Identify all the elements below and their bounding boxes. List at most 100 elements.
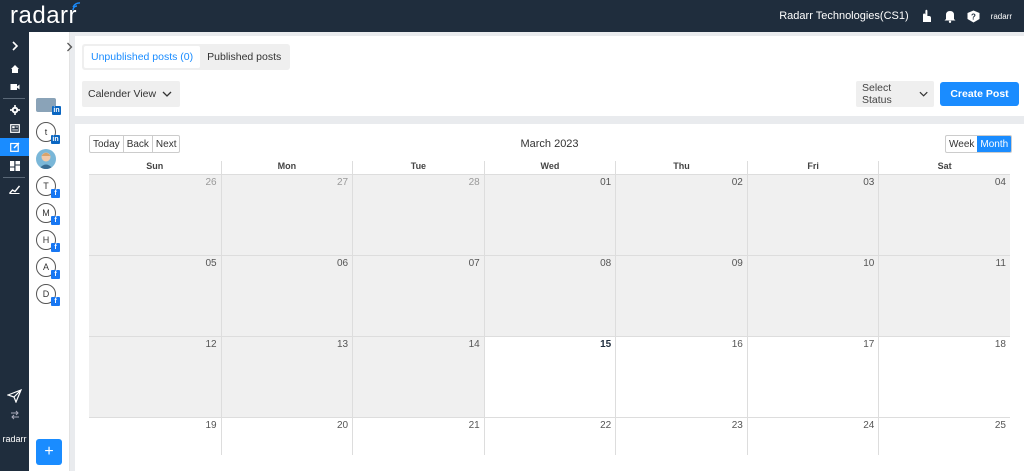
news-icon[interactable] <box>0 119 29 137</box>
left-rail: radarr <box>0 32 29 471</box>
weekday-label: Tue <box>352 161 484 174</box>
expand-icon[interactable] <box>0 37 29 55</box>
day-cell[interactable]: 06 <box>220 256 353 336</box>
mini-logo[interactable]: radarr <box>991 12 1012 21</box>
dashboard-icon[interactable] <box>0 157 29 175</box>
day-cell[interactable]: 07 <box>352 256 484 336</box>
account-avatar[interactable] <box>36 149 56 169</box>
analytics-icon[interactable] <box>0 180 29 198</box>
profile-photo-icon <box>39 152 53 169</box>
day-cell[interactable]: 22 <box>483 418 616 455</box>
weekday-header: Sun Mon Tue Wed Thu Fri Sat <box>89 161 1010 174</box>
account-avatar[interactable]: M f <box>36 203 60 225</box>
logo-text: radarr <box>10 2 78 29</box>
account-avatar[interactable]: t in <box>36 122 60 144</box>
account-letter: H <box>42 235 50 245</box>
calendar-nav: Today Back Next <box>89 135 181 153</box>
hand-pointer-icon[interactable] <box>919 9 933 23</box>
day-cell[interactable]: 18 <box>878 337 1010 417</box>
facebook-icon: f <box>51 216 60 225</box>
account-avatar[interactable]: A f <box>36 257 60 279</box>
day-cell[interactable]: 01 <box>483 175 616 255</box>
day-cell[interactable]: 28 <box>352 175 484 255</box>
chevron-down-icon <box>162 91 172 97</box>
video-icon[interactable] <box>0 78 29 96</box>
send-icon[interactable] <box>0 386 29 406</box>
calendar-title: March 2023 <box>520 138 579 150</box>
account-avatar[interactable]: T f <box>36 176 60 198</box>
day-cell[interactable]: 26 <box>89 175 221 255</box>
back-button[interactable]: Back <box>124 136 153 152</box>
weekday-label: Mon <box>220 161 353 174</box>
day-cell[interactable]: 23 <box>615 418 747 455</box>
radarr-logo[interactable]: radarr <box>10 0 81 32</box>
day-cell[interactable]: 11 <box>878 256 1010 336</box>
bell-icon[interactable] <box>943 9 957 23</box>
week-view-button[interactable]: Week <box>946 136 977 152</box>
account-letter: D <box>42 289 50 299</box>
day-cell[interactable]: 24 <box>746 418 879 455</box>
day-cell[interactable]: 20 <box>220 418 353 455</box>
calendar-panel: Today Back Next March 2023 Week Month Su… <box>75 124 1024 471</box>
account-avatar[interactable]: H f <box>36 230 60 252</box>
facebook-icon: f <box>51 189 60 198</box>
day-cell[interactable]: 04 <box>878 175 1010 255</box>
day-cell-today[interactable]: 15 <box>483 337 616 417</box>
weekday-label: Wed <box>483 161 616 174</box>
linkedin-icon: in <box>51 135 60 144</box>
create-post-button[interactable]: Create Post <box>940 82 1019 106</box>
collapse-panel-icon[interactable] <box>63 40 75 54</box>
account-avatar[interactable]: D f <box>36 284 60 306</box>
top-bar: radarr Radarr Technologies(CS1) ? radarr <box>0 0 1024 32</box>
settings-icon[interactable] <box>0 101 29 119</box>
top-right-group: Radarr Technologies(CS1) ? radarr <box>779 0 1024 32</box>
week-row: 05 06 07 08 09 10 11 <box>89 255 1010 336</box>
day-cell[interactable]: 03 <box>746 175 879 255</box>
week-row: 19 20 21 22 23 24 25 <box>89 417 1010 455</box>
account-letter: M <box>42 208 50 218</box>
home-icon[interactable] <box>0 60 29 78</box>
help-icon[interactable]: ? <box>967 9 981 23</box>
day-cell[interactable]: 12 <box>89 337 221 417</box>
day-cell[interactable]: 09 <box>615 256 747 336</box>
facebook-icon: f <box>51 243 60 252</box>
view-select[interactable]: Calender View <box>82 81 181 107</box>
next-button[interactable]: Next <box>153 136 180 152</box>
account-avatar[interactable]: in <box>36 98 61 115</box>
day-cell[interactable]: 19 <box>89 418 221 455</box>
today-button[interactable]: Today <box>90 136 124 152</box>
month-view-button[interactable]: Month <box>977 136 1012 152</box>
tab-unpublished-posts[interactable]: Unpublished posts (0) <box>84 46 201 68</box>
rail-divider <box>3 177 25 178</box>
day-cell[interactable]: 27 <box>220 175 353 255</box>
linkedin-icon: in <box>52 106 61 115</box>
org-name[interactable]: Radarr Technologies(CS1) <box>779 10 908 22</box>
day-cell[interactable]: 25 <box>878 418 1010 455</box>
facebook-icon: f <box>51 297 60 306</box>
day-cell[interactable]: 21 <box>352 418 484 455</box>
status-select[interactable]: Select Status <box>856 81 934 107</box>
day-cell[interactable]: 10 <box>746 256 879 336</box>
day-cell[interactable]: 13 <box>220 337 353 417</box>
weekday-label: Fri <box>746 161 879 174</box>
week-row: 12 13 14 15 16 17 18 <box>89 336 1010 417</box>
add-account-button[interactable]: + <box>36 439 62 465</box>
tab-published-posts[interactable]: Published posts <box>200 46 288 68</box>
day-cell[interactable]: 14 <box>352 337 484 417</box>
day-cell[interactable]: 17 <box>746 337 879 417</box>
weekday-label: Sun <box>146 161 164 171</box>
switch-icon[interactable] <box>0 406 29 424</box>
weekday-label: Sat <box>878 161 1010 174</box>
week-row: 26 27 28 01 02 03 04 <box>89 174 1010 255</box>
svg-text:?: ? <box>971 12 976 21</box>
chevron-down-icon <box>919 91 928 97</box>
publish-icon[interactable] <box>0 138 29 156</box>
day-cell[interactable]: 02 <box>615 175 747 255</box>
day-cell[interactable]: 08 <box>483 256 616 336</box>
day-cell[interactable]: 05 <box>89 256 221 336</box>
rail-brand: radarr <box>2 434 27 444</box>
signal-icon <box>72 2 81 11</box>
day-cell[interactable]: 16 <box>615 337 747 417</box>
view-select-label: Calender View <box>88 88 157 100</box>
facebook-icon: f <box>51 270 60 279</box>
